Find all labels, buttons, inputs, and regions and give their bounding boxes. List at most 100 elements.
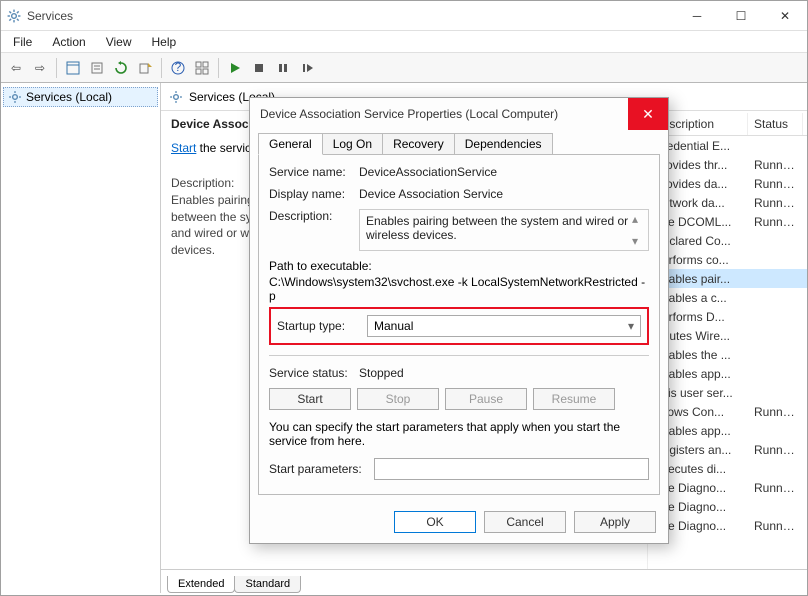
cell-status [748, 506, 803, 508]
grid-button[interactable] [191, 57, 213, 79]
table-row[interactable]: The Diagno...Running [648, 516, 807, 535]
desc-label: Description: [171, 176, 234, 190]
service-list: Description Status Credential E...Provid… [647, 113, 807, 569]
table-row[interactable]: Routes Wire... [648, 326, 807, 345]
table-row[interactable]: Enables the ... [648, 345, 807, 364]
toolbar: ⇦ ⇨ ? [1, 53, 807, 83]
properties-button[interactable] [86, 57, 108, 79]
show-hide-tree-button[interactable] [62, 57, 84, 79]
cell-status: Running [748, 480, 803, 496]
tree-pane: Services (Local) [1, 83, 161, 593]
table-row[interactable]: Enables a c... [648, 288, 807, 307]
scroll-down-icon[interactable]: ▾ [632, 234, 646, 248]
export-button[interactable] [134, 57, 156, 79]
table-row[interactable]: The DCOML...Running [648, 212, 807, 231]
help-button[interactable]: ? [167, 57, 189, 79]
service-status-label: Service status: [269, 366, 359, 380]
dialog-footer: OK Cancel Apply [250, 503, 668, 543]
table-row[interactable]: The Diagno... [648, 497, 807, 516]
table-row[interactable]: Network da...Running [648, 193, 807, 212]
start-link[interactable]: Start [171, 141, 196, 155]
tab-dependencies[interactable]: Dependencies [454, 133, 553, 155]
refresh-button[interactable] [110, 57, 132, 79]
table-row[interactable]: The Diagno...Running [648, 478, 807, 497]
apply-button[interactable]: Apply [574, 511, 656, 533]
startup-type-value: Manual [374, 319, 413, 333]
table-row[interactable]: Provides thr...Running [648, 155, 807, 174]
close-button[interactable]: ✕ [763, 2, 807, 30]
table-row[interactable]: Performs D... [648, 307, 807, 326]
menu-action[interactable]: Action [44, 33, 93, 51]
services-window: Services ─ ☐ ✕ File Action View Help ⇦ ⇨… [0, 0, 808, 596]
description-label: Description: [269, 209, 359, 223]
table-row[interactable]: Allows Con...Running [648, 402, 807, 421]
window-title: Services [27, 9, 73, 23]
start-service-button[interactable] [224, 57, 246, 79]
back-button[interactable]: ⇦ [5, 57, 27, 79]
list-header: Description Status [648, 113, 807, 136]
cell-status: Running [748, 157, 803, 173]
forward-button[interactable]: ⇨ [29, 57, 51, 79]
dialog-title: Device Association Service Properties (L… [260, 107, 558, 121]
cell-status [748, 316, 803, 318]
stop-button[interactable]: Stop [357, 388, 439, 410]
table-row[interactable]: Enables app... [648, 364, 807, 383]
dialog-titlebar: Device Association Service Properties (L… [250, 98, 668, 130]
cell-status [748, 354, 803, 356]
dialog-close-button[interactable]: ✕ [628, 98, 668, 130]
cell-status [748, 468, 803, 470]
table-row[interactable]: Registers an...Running [648, 440, 807, 459]
cell-status [748, 430, 803, 432]
cell-status [748, 240, 803, 242]
start-params-label: Start parameters: [269, 462, 374, 476]
gear-icon [7, 9, 21, 23]
help-text: You can specify the start parameters tha… [269, 420, 649, 448]
resume-button[interactable]: Resume [533, 388, 615, 410]
menubar: File Action View Help [1, 31, 807, 53]
table-row[interactable]: Performs co... [648, 250, 807, 269]
stop-service-button[interactable] [248, 57, 270, 79]
scroll-up-icon[interactable]: ▴ [632, 212, 646, 226]
cell-status [748, 335, 803, 337]
col-status[interactable]: Status [748, 113, 803, 135]
tab-standard[interactable]: Standard [234, 576, 301, 593]
ok-button[interactable]: OK [394, 511, 476, 533]
menu-file[interactable]: File [5, 33, 40, 51]
tab-extended[interactable]: Extended [167, 576, 235, 593]
cell-status: Running [748, 176, 803, 192]
titlebar: Services ─ ☐ ✕ [1, 1, 807, 31]
table-row[interactable]: Enables pair... [648, 269, 807, 288]
menu-view[interactable]: View [98, 33, 140, 51]
cell-status: Running [748, 404, 803, 420]
cell-status [748, 297, 803, 299]
tree-root[interactable]: Services (Local) [3, 87, 158, 107]
table-row[interactable]: Executes di... [648, 459, 807, 478]
pause-button[interactable]: Pause [445, 388, 527, 410]
minimize-button[interactable]: ─ [675, 2, 719, 30]
description-box[interactable]: Enables pairing between the system and w… [359, 209, 649, 251]
path-value: C:\Windows\system32\svchost.exe -k Local… [269, 275, 649, 303]
restart-service-button[interactable] [296, 57, 318, 79]
bottom-tabs: Extended Standard [161, 569, 807, 593]
tab-recovery[interactable]: Recovery [382, 133, 455, 155]
tab-logon[interactable]: Log On [322, 133, 383, 155]
start-button[interactable]: Start [269, 388, 351, 410]
startup-type-select[interactable]: Manual ▾ [367, 315, 641, 337]
table-row[interactable]: Credential E... [648, 136, 807, 155]
table-row[interactable]: Provides da...Running [648, 174, 807, 193]
table-row[interactable]: This user ser... [648, 383, 807, 402]
gear-icon [169, 90, 183, 104]
table-row[interactable]: Declared Co... [648, 231, 807, 250]
tab-general[interactable]: General [258, 133, 323, 155]
service-name-value: DeviceAssociationService [359, 165, 649, 179]
pause-service-button[interactable] [272, 57, 294, 79]
cancel-button[interactable]: Cancel [484, 511, 566, 533]
menu-help[interactable]: Help [144, 33, 185, 51]
startup-type-label: Startup type: [277, 319, 367, 333]
cell-status: Running [748, 214, 803, 230]
tree-root-label: Services (Local) [26, 90, 112, 104]
table-row[interactable]: Enables app... [648, 421, 807, 440]
start-params-input[interactable] [374, 458, 649, 480]
maximize-button[interactable]: ☐ [719, 2, 763, 30]
service-name-label: Service name: [269, 165, 359, 179]
